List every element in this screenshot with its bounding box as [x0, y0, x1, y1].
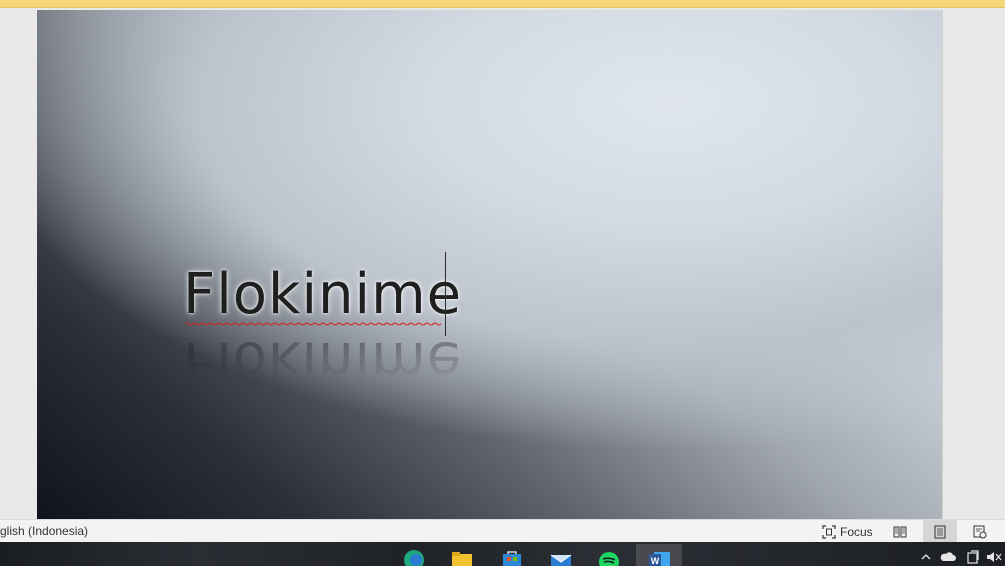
- volume-icon[interactable]: [986, 550, 1002, 566]
- language-status[interactable]: glish (Indonesia): [0, 524, 88, 538]
- web-page-icon: [973, 525, 987, 538]
- taskbar-app-edge[interactable]: [396, 544, 432, 566]
- svg-text:W: W: [651, 556, 660, 566]
- top-accent-strip: [0, 0, 1005, 8]
- page-icon: [934, 525, 946, 538]
- book-icon: [893, 526, 907, 537]
- taskbar-app-mail[interactable]: [543, 544, 579, 566]
- wordart-title[interactable]: Flokinime Flokinime: [183, 252, 463, 402]
- read-mode-button[interactable]: [883, 520, 917, 543]
- focus-label: Focus: [840, 524, 873, 539]
- text-caret: [445, 252, 446, 336]
- title-reflection: Flokinime: [183, 329, 463, 394]
- chevron-up-icon[interactable]: [918, 550, 934, 566]
- focus-button[interactable]: Focus: [818, 521, 877, 542]
- title-text[interactable]: Flokinime: [183, 262, 462, 328]
- taskbar-app-word[interactable]: W: [636, 544, 682, 566]
- onedrive-icon[interactable]: [940, 550, 956, 566]
- focus-icon: [822, 524, 836, 539]
- spellcheck-underline: [185, 322, 442, 326]
- taskbar-app-file-explorer[interactable]: [444, 544, 480, 566]
- mail-icon: [550, 554, 572, 566]
- file-explorer-icon: [452, 552, 472, 566]
- word-icon: W: [649, 552, 670, 566]
- taskbar: W: [0, 542, 1005, 566]
- store-icon: [503, 551, 521, 566]
- document-canvas[interactable]: Flokinime Flokinime: [0, 8, 1005, 522]
- spotify-icon: [599, 552, 619, 566]
- taskbar-app-spotify[interactable]: [591, 544, 627, 566]
- edge-icon: [404, 550, 424, 566]
- web-layout-button[interactable]: [963, 520, 997, 543]
- document-page[interactable]: Flokinime Flokinime: [37, 10, 943, 522]
- taskbar-app-store[interactable]: [494, 544, 530, 566]
- status-bar: glish (Indonesia) Focus: [0, 519, 1005, 543]
- tablet-icon[interactable]: [965, 550, 981, 566]
- print-layout-button[interactable]: [923, 520, 957, 543]
